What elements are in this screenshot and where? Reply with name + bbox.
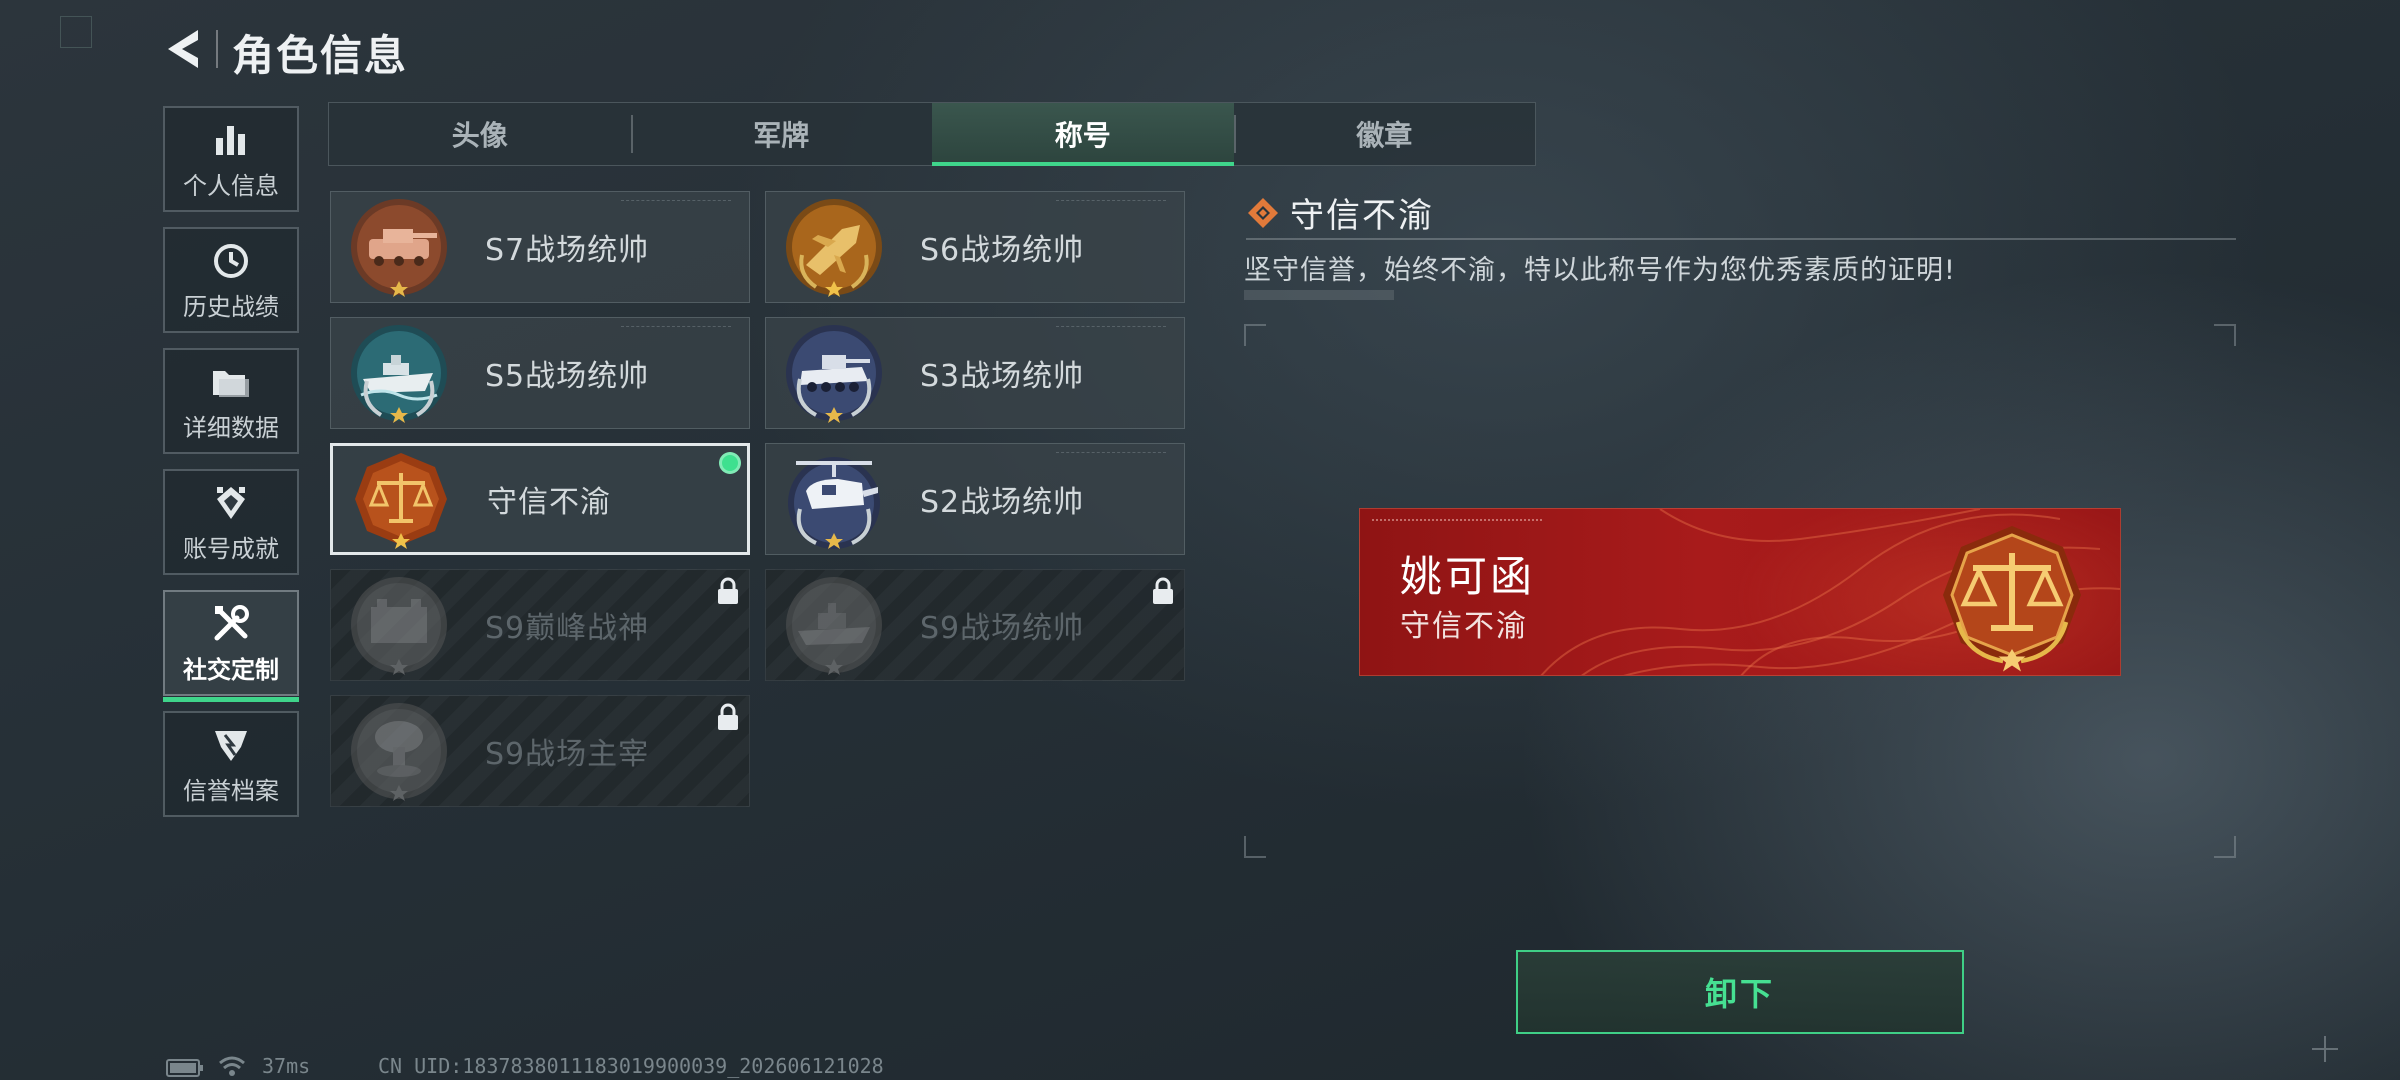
ship-medal-icon [780, 571, 888, 679]
title-card[interactable]: S2战场统帅 [765, 443, 1185, 555]
apc-medal-icon [780, 319, 888, 427]
sidebar-item-detail-data[interactable]: 详细数据 [163, 348, 299, 454]
tab-military-tag[interactable]: 军牌 [630, 103, 933, 165]
preview-frame-corner [1244, 836, 1266, 858]
crosshair-icon [2312, 1036, 2338, 1062]
scales-medal-icon [347, 445, 455, 553]
equipped-indicator [719, 452, 741, 474]
nameplate-title: 守信不渝 [1400, 609, 1528, 644]
card-decoration [621, 326, 731, 332]
jet-medal-icon [780, 193, 888, 301]
helicopter-medal-icon [780, 445, 888, 553]
lock-icon [1153, 577, 1173, 604]
title-card-locked[interactable]: S9战场统帅 [765, 569, 1185, 681]
unequip-button[interactable]: 卸下 [1516, 950, 1964, 1034]
sidebar-item-social-custom[interactable]: 社交定制 [163, 590, 299, 702]
preview-frame-corner [2214, 324, 2236, 346]
card-decoration [1056, 452, 1166, 458]
sidebar-item-label: 信誉档案 [183, 776, 279, 805]
sidebar-item-label: 账号成就 [183, 534, 279, 563]
tank-medal-icon [345, 193, 453, 301]
nameplate-player-name: 姚可函 [1400, 552, 1536, 601]
page-title: 角色信息 [232, 31, 409, 80]
title-name: S3战场统帅 [920, 359, 1085, 394]
title-name: S9战场统帅 [920, 611, 1085, 646]
preview-frame-corner [2214, 836, 2236, 858]
title-name: S9战场主宰 [485, 737, 650, 772]
card-decoration [1056, 200, 1166, 206]
title-card[interactable]: S5战场统帅 [330, 317, 750, 429]
nameplate-preview: 姚可函 守信不渝 [1359, 508, 2121, 676]
title-card-locked[interactable]: S9巅峰战神 [330, 569, 750, 681]
title-card-equipped[interactable]: 守信不渝 [330, 443, 750, 555]
preview-frame-corner [1244, 324, 1266, 346]
title-card[interactable]: S7战场统帅 [330, 191, 750, 303]
sidebar-item-achievements[interactable]: 账号成就 [163, 469, 299, 575]
tab-title[interactable]: 称号 [932, 103, 1234, 166]
lock-icon [718, 703, 738, 730]
card-decoration [621, 200, 731, 206]
lock-icon [718, 577, 738, 604]
title-name: S7战场统帅 [485, 233, 650, 268]
sidebar-item-label: 个人信息 [183, 171, 279, 200]
title-diamond-icon [1248, 198, 1278, 228]
scales-medal-icon [1943, 526, 2081, 672]
battery-icon [166, 1059, 203, 1077]
tools-icon [211, 602, 251, 646]
wifi-icon [219, 1056, 245, 1076]
title-name: S9巅峰战神 [485, 611, 650, 646]
corner-marker [60, 16, 92, 48]
detail-divider [1246, 238, 2236, 240]
tab-avatar[interactable]: 头像 [329, 103, 631, 165]
boat-medal-icon [345, 319, 453, 427]
title-name: S6战场统帅 [920, 233, 1085, 268]
sidebar-item-label: 历史战绩 [183, 292, 279, 321]
mushroom-cloud-medal-icon [345, 697, 453, 805]
title-card[interactable]: S6战场统帅 [765, 191, 1185, 303]
badge-icon [211, 723, 251, 767]
clock-icon [212, 239, 250, 283]
back-arrow-icon [168, 30, 198, 68]
header-separator [216, 30, 218, 68]
title-name: S2战场统帅 [920, 485, 1085, 520]
nameplate-ticks [1372, 519, 1542, 523]
sidebar-item-history[interactable]: 历史战绩 [163, 227, 299, 333]
achievement-icon [211, 481, 251, 525]
detail-subbar [1244, 290, 1394, 300]
detail-description: 坚守信誉，始终不渝，特以此称号作为您优秀素质的证明! [1244, 255, 1956, 286]
card-decoration [1056, 326, 1166, 332]
bar-chart-icon [213, 118, 249, 162]
sidebar-item-personal-info[interactable]: 个人信息 [163, 106, 299, 212]
detail-title: 守信不渝 [1290, 196, 1434, 236]
fortress-medal-icon [345, 571, 453, 679]
uid-readout: CN UID:1837838011183019900039_2026061210… [378, 1054, 884, 1078]
sidebar-item-label: 社交定制 [183, 655, 279, 684]
sidebar-item-label: 详细数据 [183, 413, 279, 442]
tab-badge[interactable]: 徽章 [1233, 103, 1536, 165]
folder-icon [211, 360, 251, 404]
sidebar-item-credit-record[interactable]: 信誉档案 [163, 711, 299, 817]
title-card[interactable]: S3战场统帅 [765, 317, 1185, 429]
title-card-locked[interactable]: S9战场主宰 [330, 695, 750, 807]
tab-bar: 头像 军牌 称号 徽章 [328, 102, 1536, 166]
back-button[interactable] [160, 24, 208, 74]
ping-readout: 37ms [262, 1054, 311, 1078]
title-name: 守信不渝 [487, 485, 611, 520]
title-name: S5战场统帅 [485, 359, 650, 394]
